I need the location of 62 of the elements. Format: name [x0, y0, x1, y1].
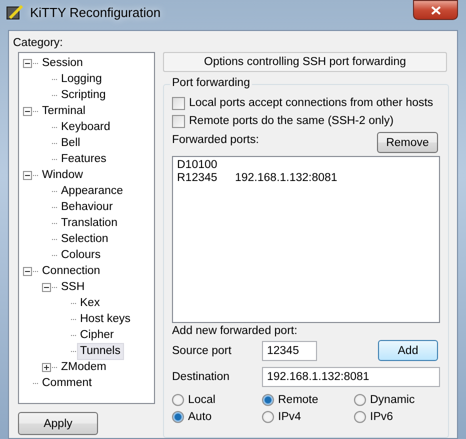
radio-label: Local [188, 394, 216, 406]
destination-field[interactable]: 192.168.1.132:8081 [262, 367, 440, 387]
destination-entry: 192.168.1.132:8081 [235, 172, 338, 185]
tree-item[interactable]: SSH [58, 278, 88, 296]
tree-item[interactable]: Session [39, 54, 86, 72]
tree-item[interactable]: Translation [58, 214, 120, 232]
group-title: Port forwarding [170, 77, 252, 89]
tree-item[interactable]: Host keys [77, 310, 134, 328]
close-icon [430, 6, 440, 14]
tree-item[interactable]: Keyboard [58, 118, 114, 136]
collapse-icon[interactable] [23, 106, 32, 116]
tree-item[interactable]: Behaviour [58, 198, 116, 216]
collapse-icon[interactable] [23, 266, 32, 276]
window-title: KiTTY Reconfiguration [30, 4, 161, 22]
remove-button[interactable]: Remove [377, 132, 438, 153]
radio-label: Auto [188, 410, 212, 422]
collapse-icon[interactable] [42, 282, 51, 292]
destination-label: Destination [172, 371, 231, 383]
radio-button[interactable] [172, 410, 184, 422]
tree-item[interactable]: Cipher [77, 326, 117, 344]
radio-button[interactable] [172, 394, 184, 406]
radio-button[interactable] [262, 394, 274, 406]
apply-button[interactable]: Apply [18, 412, 98, 435]
checkbox[interactable] [172, 114, 185, 128]
tree-item[interactable]: Appearance [58, 182, 126, 200]
tree-item[interactable]: Comment [39, 374, 95, 392]
app-icon [6, 4, 24, 22]
tree-item[interactable]: Terminal [39, 102, 88, 120]
panel-title: Options controlling SSH port forwarding [163, 52, 447, 72]
port-entry[interactable]: D10100 [177, 159, 235, 172]
tree-item[interactable]: Connection [39, 262, 104, 280]
tree-item[interactable]: Logging [58, 70, 105, 88]
tree-item[interactable]: Kex [77, 294, 103, 312]
radio-label: IPv6 [370, 410, 394, 422]
source-port-label: Source port [172, 344, 232, 356]
category-label: Category: [13, 36, 64, 51]
forwarded-ports-label: Forwarded ports: [172, 134, 259, 146]
radio-label: Remote [278, 394, 318, 406]
tree-item[interactable]: Tunnels [77, 342, 124, 360]
radio-button[interactable] [354, 394, 366, 406]
tree-item[interactable]: Window [39, 166, 86, 184]
expand-icon[interactable] [42, 362, 51, 372]
tree-item[interactable]: ZModem [58, 358, 110, 376]
checkbox-label: Remote ports do the same (SSH-2 only) [189, 115, 394, 127]
radio-label: IPv4 [278, 410, 302, 422]
add-new-label: Add new forwarded port: [172, 325, 298, 337]
add-button[interactable]: Add [378, 340, 438, 361]
radio-label: Dynamic [370, 394, 415, 406]
radio-button[interactable] [262, 410, 274, 422]
collapse-icon[interactable] [23, 170, 32, 180]
tree-item[interactable]: Colours [58, 246, 104, 264]
collapse-icon[interactable] [23, 58, 32, 68]
tree-item[interactable]: Bell [58, 134, 84, 152]
source-port-field[interactable]: 12345 [262, 340, 317, 360]
tree-item[interactable]: Features [58, 150, 110, 168]
tree-item[interactable]: Scripting [58, 86, 109, 104]
tree-item[interactable]: Selection [58, 230, 112, 248]
port-entry[interactable]: R12345 [177, 172, 235, 185]
checkbox[interactable] [172, 96, 185, 110]
close-button[interactable] [413, 0, 458, 20]
checkbox-label: Local ports accept connections from other hosts [189, 97, 434, 109]
radio-button[interactable] [354, 410, 366, 422]
